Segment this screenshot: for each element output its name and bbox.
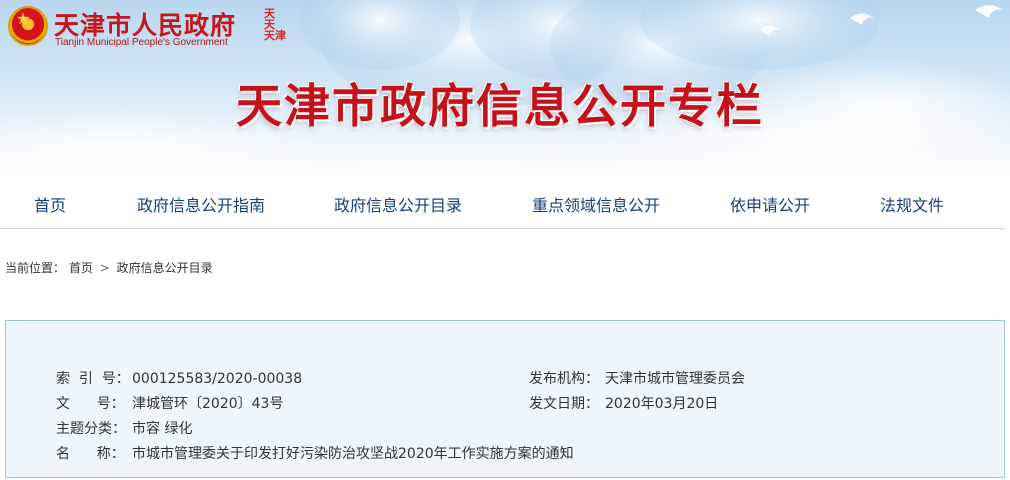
main-nav: 首页 政府信息公开指南 政府信息公开目录 重点领域信息公开 依申请公开 法规文件 [0,180,1010,228]
nav-divider [0,228,1005,229]
emblem-star-icon: ★ [16,9,31,28]
topic-row: 主题分类： 市容 绿化 [56,418,192,438]
doc-number-label: 文 号： [56,396,125,412]
nav-item-home[interactable]: 首页 [34,192,66,216]
issue-date-row: 发文日期： 2020年03月20日 [529,393,718,413]
doc-number-value: 津城管环〔2020〕43号 [132,396,284,412]
nav-item-apply[interactable]: 依申请公开 [730,192,810,216]
site-logo-subtitle: Tianjin Municipal People's Government [55,37,228,48]
issue-date-label: 发文日期： [529,396,599,412]
title-label: 名 称： [56,446,125,462]
breadcrumb-prefix: 当前位置： [5,261,66,275]
breadcrumb: 当前位置： 首页 > 政府信息公开目录 [5,259,213,276]
seal-logo-icon: 天 天 天津 [264,7,286,42]
issue-date-value: 2020年03月20日 [605,396,719,412]
nav-item-guide[interactable]: 政府信息公开指南 [137,192,265,216]
header-banner: ★ 天津市人民政府 Tianjin Municipal People's Gov… [0,0,1010,178]
banner-title: 天津市政府信息公开专栏 [236,79,764,133]
breadcrumb-separator: > [99,261,110,275]
index-number-label: 索 引 号： [56,371,130,387]
document-info-panel: 索 引 号： 000125583/2020-00038 发布机构： 天津市城市管理委… [5,320,1005,478]
index-number-row: 索 引 号： 000125583/2020-00038 [56,368,302,388]
title-value: 市城市管理委关于印发打好污染防治攻坚战2020年工作实施方案的通知 [132,446,574,462]
doc-number-row: 文 号： 津城管环〔2020〕43号 [56,393,283,413]
breadcrumb-catalog-link[interactable]: 政府信息公开目录 [117,261,213,275]
nav-item-catalog[interactable]: 政府信息公开目录 [334,192,462,216]
breadcrumb-home-link[interactable]: 首页 [69,261,93,275]
index-number-value: 000125583/2020-00038 [132,371,303,387]
topic-label: 主题分类： [56,421,126,437]
nav-item-regulations[interactable]: 法规文件 [880,192,944,216]
publisher-row: 发布机构： 天津市城市管理委员会 [529,368,745,388]
publisher-value: 天津市城市管理委员会 [605,371,745,387]
publisher-label: 发布机构： [529,371,599,387]
nav-item-key-areas[interactable]: 重点领域信息公开 [532,192,660,216]
title-row: 名 称： 市城市管理委关于印发打好污染防治攻坚战2020年工作实施方案的通知 [56,443,574,463]
topic-value: 市容 绿化 [132,421,193,437]
